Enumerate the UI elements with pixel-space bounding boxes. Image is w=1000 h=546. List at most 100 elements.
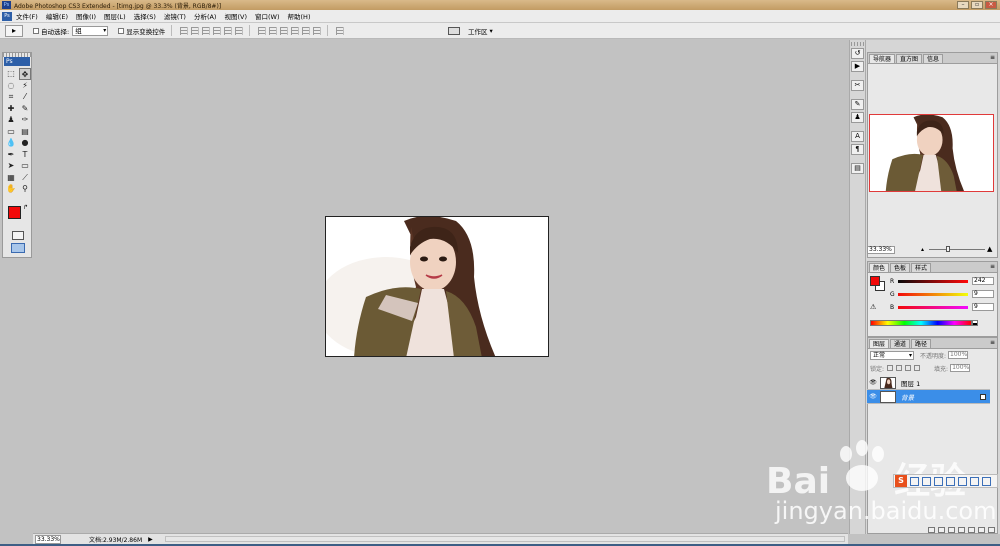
lock-all-icon[interactable] [914,365,921,371]
blend-mode-select[interactable]: 正常 [870,350,914,360]
type-tool-icon[interactable]: T [19,149,31,161]
distribute-bottom-icon[interactable] [280,26,289,35]
align-top-icon[interactable] [180,26,189,35]
status-zoom-field[interactable]: 33.33% [35,534,61,544]
dodge-tool-icon[interactable]: ● [19,137,31,149]
distribute-right-icon[interactable] [313,26,322,35]
align-hcenter-icon[interactable] [224,26,233,35]
workspace-button[interactable]: 工作区 ▾ [448,25,493,36]
black-white-swatch[interactable] [972,320,978,326]
layer-row-selected[interactable]: 👁 背景 [867,390,990,404]
close-button[interactable]: × [985,1,997,9]
ime-tools-icon[interactable] [970,476,979,486]
minimize-button[interactable]: – [957,1,969,9]
document-canvas[interactable] [325,216,549,357]
ime-voice-icon[interactable] [934,476,943,486]
menu-file[interactable]: 文件(F) [12,11,42,21]
hand-tool-icon[interactable]: ✋ [5,183,17,195]
blue-value-field[interactable]: 9 [972,303,994,311]
distribute-hcenter-icon[interactable] [302,26,311,35]
navigator-thumbnail[interactable] [869,114,994,192]
layer-mask-icon[interactable] [948,527,955,533]
align-left-icon[interactable] [213,26,222,35]
brush-tool-icon[interactable]: ✎ [19,103,31,115]
blue-slider[interactable] [898,305,968,309]
panel-menu-icon[interactable]: ≡ [990,263,995,270]
zoom-tool-icon[interactable]: ⚲ [19,183,31,195]
visibility-eye-icon[interactable]: 👁 [869,379,877,386]
layer-comps-icon[interactable]: ▤ [851,163,864,174]
tool-preset-picker[interactable]: ▸ [5,24,23,37]
align-bottom-icon[interactable] [202,26,211,35]
restore-button[interactable]: ▫ [971,1,983,9]
magic-wand-tool-icon[interactable]: ⚡ [19,80,31,92]
tab-swatches[interactable]: 色板 [890,263,911,272]
menu-view[interactable]: 视图(V) [220,11,251,21]
opacity-field[interactable]: 100% [948,351,969,359]
menu-image[interactable]: 图像(I) [72,11,100,21]
green-slider[interactable] [898,292,968,296]
clone-stamp-icon[interactable]: ♟ [5,114,17,126]
color-panel-fg-swatch[interactable] [870,276,880,286]
show-transform-checkbox[interactable] [118,27,125,34]
clone-source-icon[interactable]: ♟ [851,112,864,123]
gamut-warning-icon[interactable]: ⚠ [870,303,876,311]
lock-pixels-icon[interactable] [896,365,903,371]
paragraph-panel-icon[interactable]: ¶ [851,144,864,155]
menu-help[interactable]: 帮助(H) [284,11,315,21]
blur-tool-icon[interactable]: 💧 [5,137,17,149]
actions-panel-icon[interactable]: ▶ [851,61,864,72]
ps-menu-icon[interactable]: Ps [2,11,12,21]
menu-filter[interactable]: 滤镜(T) [160,11,190,21]
marquee-tool-icon[interactable]: ⬚ [5,68,17,80]
eraser-tool-icon[interactable]: ▭ [5,126,17,138]
delete-layer-icon[interactable] [988,527,995,533]
menu-select[interactable]: 选择(S) [130,11,160,21]
layer-row[interactable]: 👁 图层 1 [867,376,990,390]
color-spectrum-bar[interactable] [870,320,972,326]
link-layers-icon[interactable] [928,527,935,533]
lasso-tool-icon[interactable]: ◌ [5,80,17,92]
healing-brush-icon[interactable]: ✚ [5,103,17,115]
align-vcenter-icon[interactable] [191,26,200,35]
tab-info[interactable]: 信息 [923,54,944,63]
tab-histogram[interactable]: 直方图 [896,54,923,63]
visibility-eye-icon[interactable]: 👁 [869,393,877,400]
status-menu-arrow-icon[interactable]: ▶ [148,536,153,543]
foreground-color-swatch[interactable] [8,206,21,219]
panel-menu-icon[interactable]: ≡ [990,54,995,61]
distribute-vcenter-icon[interactable] [269,26,278,35]
history-panel-icon[interactable]: ↺ [851,48,864,59]
zoom-in-icon[interactable]: ▲ [987,245,992,253]
ime-skin-icon[interactable] [958,476,967,486]
crop-tool-icon[interactable]: ⌗ [5,91,17,103]
quick-mask-icon[interactable] [12,231,24,240]
character-panel-icon[interactable]: A [851,131,864,142]
menu-layer[interactable]: 图层(L) [100,11,130,21]
panel-menu-icon[interactable]: ≡ [990,339,995,346]
ime-keyboard-icon[interactable] [946,476,955,486]
ime-punct-icon[interactable] [922,476,931,486]
menu-analysis[interactable]: 分析(A) [190,11,221,21]
auto-select-dropdown[interactable]: 组 [72,25,109,36]
red-value-field[interactable]: 242 [972,277,994,285]
notes-tool-icon[interactable]: ▦ [5,172,17,184]
navigator-zoom-field[interactable]: 33.33% [867,246,895,254]
pen-tool-icon[interactable]: ✒ [5,149,17,161]
adjustment-layer-icon[interactable] [958,527,965,533]
ime-settings-icon[interactable] [982,476,991,486]
red-slider[interactable] [898,279,968,283]
menu-window[interactable]: 窗口(W) [251,11,284,21]
tab-navigator[interactable]: 导航器 [869,54,896,63]
distribute-top-icon[interactable] [258,26,267,35]
shape-tool-icon[interactable]: ▭ [19,160,31,172]
tab-channels[interactable]: 通道 [890,339,911,348]
navigator-zoom-slider[interactable] [929,249,985,250]
menu-edit[interactable]: 编辑(E) [42,11,72,21]
navigator-zoom-knob[interactable] [946,246,950,252]
ime-mode-icon[interactable] [910,476,919,486]
dock-grip[interactable] [851,42,864,46]
align-right-icon[interactable] [235,26,244,35]
tab-styles[interactable]: 样式 [911,263,932,272]
lock-position-icon[interactable] [905,365,912,371]
